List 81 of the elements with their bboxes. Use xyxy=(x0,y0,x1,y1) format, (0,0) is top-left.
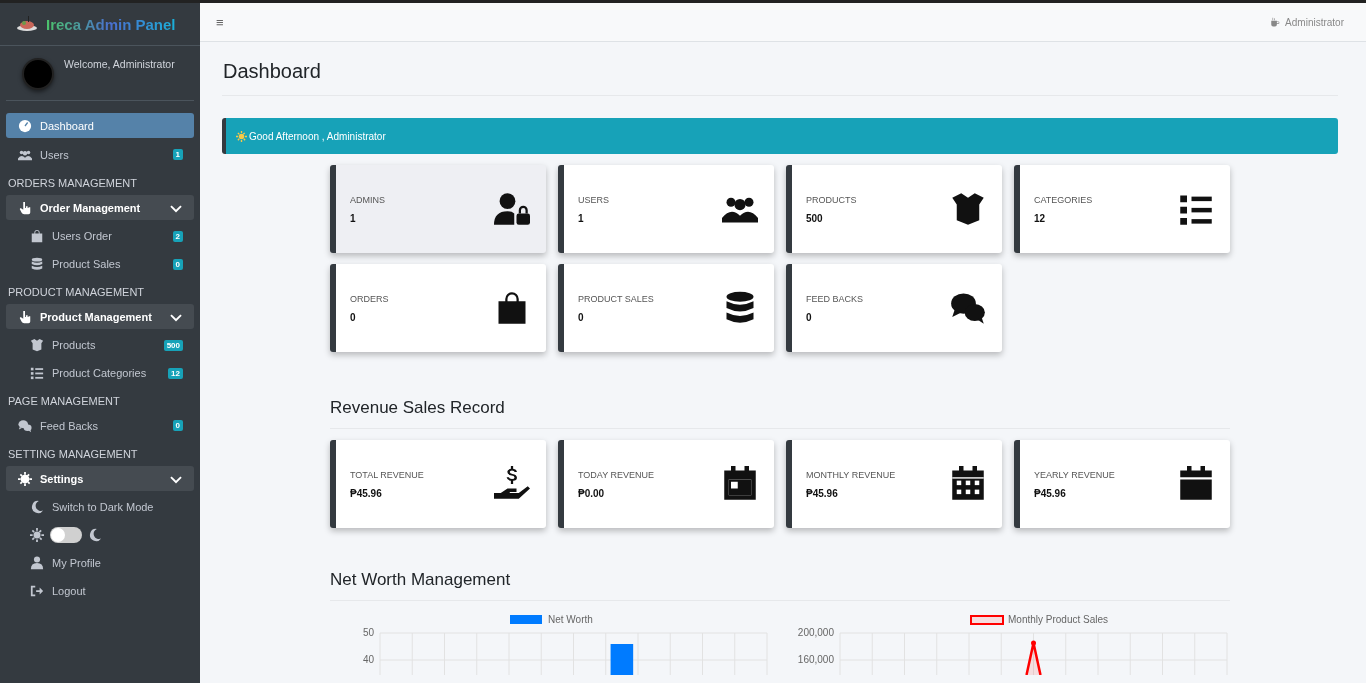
section-heading: ORDERS MANAGEMENT xyxy=(7,176,138,191)
dark-mode-switch[interactable] xyxy=(50,527,82,543)
axis-tick-label: 160,000 xyxy=(797,654,834,665)
section-heading: PRODUCT MANAGEMENT xyxy=(7,285,146,300)
bar xyxy=(610,644,634,675)
section-heading: SETTING MANAGEMENT xyxy=(7,447,139,462)
stat-label: PRODUCTS xyxy=(806,194,857,205)
stat-value: 500 xyxy=(806,212,824,224)
stat-label: USERS xyxy=(578,194,609,205)
stat-label: TOTAL REVENUE xyxy=(350,469,424,480)
stat-label: FEED BACKS xyxy=(806,293,863,304)
nav-item[interactable]: My Profile xyxy=(6,551,194,575)
nav-item[interactable]: Feed Backs 0 xyxy=(6,413,194,438)
cup-icon xyxy=(1270,17,1281,27)
stat-value: 1 xyxy=(578,212,585,224)
pointing-hand-icon xyxy=(18,309,32,324)
sun-icon xyxy=(30,528,44,542)
user-lock-icon xyxy=(492,191,532,227)
stat-value: ₱45.96 xyxy=(806,487,839,499)
stat-label: YEARLY REVENUE xyxy=(1034,469,1115,480)
stat-value: 0 xyxy=(350,311,357,323)
stat-label: CATEGORIES xyxy=(1034,194,1093,205)
stat-label: TODAY REVENUE xyxy=(578,469,655,480)
sun-icon xyxy=(236,130,247,142)
nav-group-toggle[interactable]: Settings xyxy=(6,466,194,491)
axis-tick-label: 200,000 xyxy=(797,627,834,638)
nav-item[interactable]: Users Order 2 xyxy=(6,224,194,248)
axis-tick-label: 50 xyxy=(362,627,374,638)
count-badge: 12 xyxy=(168,367,183,379)
person-icon xyxy=(30,556,44,570)
nav-item[interactable]: Users 1 xyxy=(6,142,194,167)
stat-value: ₱45.96 xyxy=(350,487,383,499)
welcome-text: Welcome, Administrator xyxy=(64,58,175,72)
user-menu[interactable]: Administrator xyxy=(1270,16,1344,28)
nav-group-toggle[interactable]: Order Management xyxy=(6,195,194,220)
stat-label: PRODUCT SALES xyxy=(578,293,654,304)
shopping-bag-icon xyxy=(30,229,44,243)
nav-item[interactable]: Product Sales 0 xyxy=(6,252,194,276)
money-hand-icon xyxy=(492,466,532,502)
list-icon xyxy=(30,366,44,380)
count-badge: 0 xyxy=(172,258,183,270)
count-badge: 500 xyxy=(163,339,183,351)
avatar-silhouette xyxy=(22,58,54,90)
nav-item[interactable]: Dashboard xyxy=(6,113,194,138)
count-badge: 1 xyxy=(172,149,183,160)
section-heading: PAGE MANAGEMENT xyxy=(7,394,121,409)
stat-value: 1 xyxy=(350,212,357,224)
food-plate-logo xyxy=(16,15,38,33)
stat-value: ₱45.96 xyxy=(1034,487,1067,499)
database-icon xyxy=(30,257,44,271)
stat-label: MONTHLY REVENUE xyxy=(806,469,896,480)
stat-value: ₱0.00 xyxy=(578,487,606,499)
nav-group-toggle[interactable]: Product Management xyxy=(6,304,194,329)
nav-item[interactable]: Switch to Dark Mode xyxy=(6,495,194,519)
count-badge: 0 xyxy=(172,420,183,431)
legend-label: Net Worth xyxy=(548,615,593,625)
nav-item[interactable]: Products 500 xyxy=(6,333,194,357)
line-series xyxy=(1025,640,1042,675)
moon-icon xyxy=(30,500,44,514)
legend-label: Monthly Product Sales xyxy=(1008,615,1109,625)
greeting-text: Good Afternoon , Administrator xyxy=(249,130,386,142)
moon-icon xyxy=(88,528,102,542)
stat-label: ADMINS xyxy=(350,194,385,205)
stat-value: 0 xyxy=(806,311,813,323)
count-badge: 2 xyxy=(172,230,183,242)
nav-item[interactable]: Logout xyxy=(6,579,194,603)
logout-icon xyxy=(30,584,44,598)
nav-item[interactable]: Product Categories 12 xyxy=(6,361,194,385)
axis-tick-label: 40 xyxy=(362,654,374,665)
section-title: Revenue Sales Record xyxy=(330,352,1230,429)
dashboard-icon xyxy=(18,118,32,133)
section-title: Net Worth Management xyxy=(330,528,1230,601)
speech-bubbles-icon xyxy=(18,418,32,433)
stat-label: ORDERS xyxy=(350,293,389,304)
settings-icon xyxy=(18,471,32,486)
stat-value: 12 xyxy=(1034,212,1047,224)
menu-button[interactable]: ≡ xyxy=(216,14,224,30)
page-title: Dashboard xyxy=(222,42,1338,96)
stat-value: 0 xyxy=(578,311,585,323)
pointing-hand-icon xyxy=(18,200,32,215)
speech-bubbles-icon xyxy=(948,290,988,326)
